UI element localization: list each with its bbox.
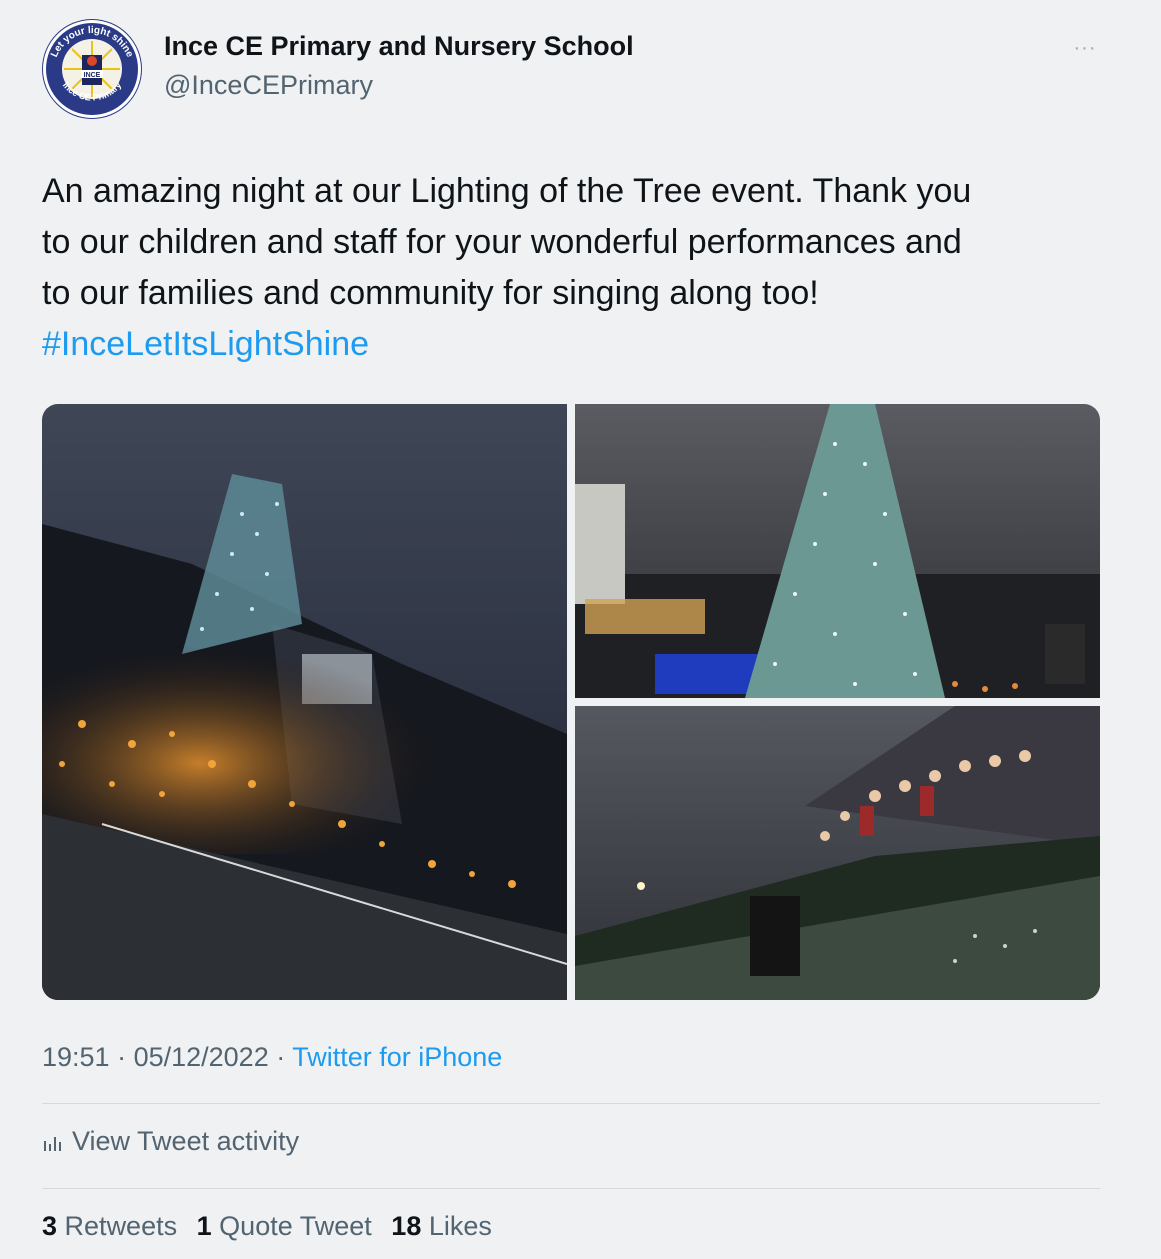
likes-count: 18 [391,1211,422,1241]
photo-christmas-tree[interactable] [575,404,1100,698]
author-name[interactable]: Ince CE Primary and Nursery School [164,31,634,62]
retweets-label: Retweets [64,1211,178,1241]
media-grid [42,404,1100,1000]
photo-crowd-courtyard[interactable] [575,706,1100,1000]
hashtag-link[interactable]: #InceLetItsLightShine [42,319,1112,370]
tweet-time[interactable]: 19:51 [42,1042,110,1072]
likes-stat[interactable]: 18 Likes [391,1211,492,1241]
photo-crowd-courtyard-icon [575,706,1100,1000]
tweet-text-line: to our families and community for singin… [42,274,819,312]
meta-separator: · [109,1042,134,1072]
tweet-text: An amazing night at our Lighting of the … [42,166,1112,370]
avatar-center-text: INCE [84,72,101,79]
tweet-metadata: 19:51 · 05/12/2022 · Twitter for iPhone [42,1042,502,1073]
quotes-count: 1 [196,1211,212,1241]
analytics-bars-icon [44,1136,61,1151]
author-handle[interactable]: @InceCEPrimary [164,70,373,101]
school-logo-icon: INCE Let your light shine Ince CE Primar… [43,20,141,118]
tweet-text-line: to our children and staff for your wonde… [42,223,962,261]
tweet-text-line: An amazing night at our Lighting of the … [42,172,972,210]
tweet-source-link[interactable]: Twitter for iPhone [292,1042,502,1072]
photo-tree-crowd-candles-icon [42,404,567,1000]
meta-separator: · [268,1042,293,1072]
quotes-label: Quote Tweet [219,1211,372,1241]
retweets-count: 3 [42,1211,58,1241]
engagement-stats: 3 Retweets 1 Quote Tweet 18 Likes [42,1211,492,1242]
more-options-icon[interactable]: ··· [1070,38,1100,58]
avatar[interactable]: INCE Let your light shine Ince CE Primar… [42,19,142,119]
retweets-stat[interactable]: 3 Retweets [42,1211,177,1241]
divider [42,1103,1100,1104]
view-tweet-activity-label: View Tweet activity [72,1126,300,1156]
view-tweet-activity-link[interactable]: View Tweet activity [42,1126,299,1157]
tweet-date[interactable]: 05/12/2022 [134,1042,269,1072]
photo-christmas-tree-lit-icon [575,404,1100,698]
likes-label: Likes [428,1211,492,1241]
divider [42,1188,1100,1189]
photo-tree-crowd[interactable] [42,404,567,1000]
quotes-stat[interactable]: 1 Quote Tweet [197,1211,372,1241]
